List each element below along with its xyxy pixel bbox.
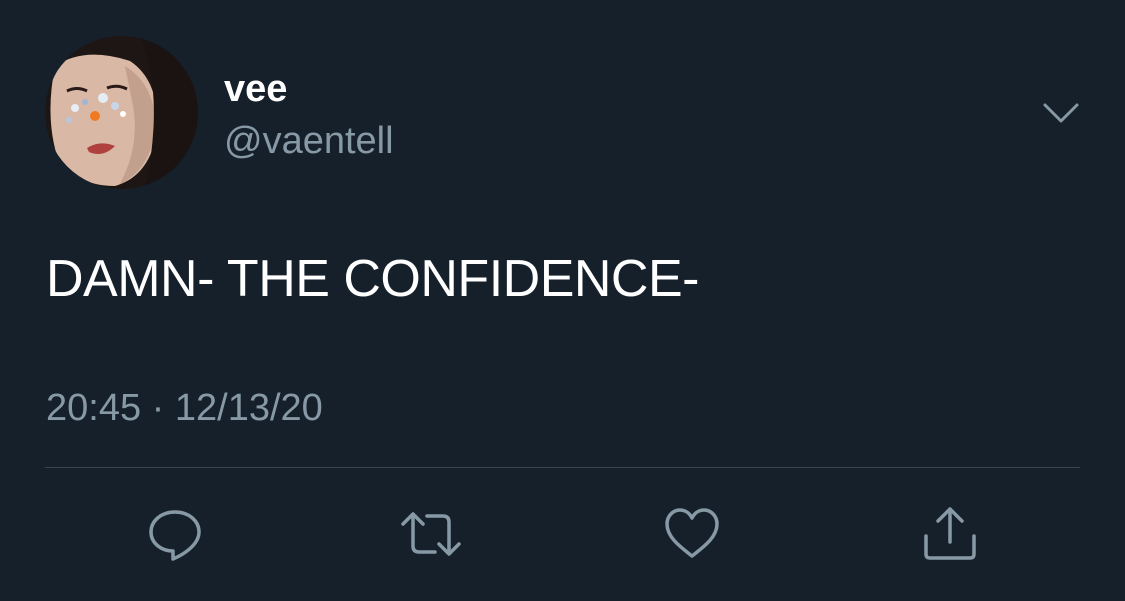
avatar[interactable] (45, 36, 198, 189)
reply-icon (149, 510, 201, 561)
heart-icon (665, 508, 719, 558)
tweet-text: DAMN- THE CONFIDENCE- (46, 250, 699, 308)
share-button[interactable] (918, 504, 982, 564)
retweet-button[interactable] (399, 504, 463, 564)
reply-button[interactable] (143, 504, 207, 564)
chevron-down-icon (1043, 103, 1079, 123)
share-icon (924, 507, 976, 560)
like-button[interactable] (660, 504, 724, 564)
display-name[interactable]: vee (224, 66, 287, 112)
retweet-icon (401, 512, 461, 556)
timestamp-separator: · (151, 387, 165, 429)
tweet-card: vee @vaentell DAMN- THE CONFIDENCE- 20:4… (0, 0, 1125, 601)
divider (45, 467, 1080, 468)
avatar-photo (45, 36, 198, 189)
tweet-timestamp[interactable]: 20:45 · 12/13/20 (46, 385, 323, 431)
more-options-button[interactable] (1038, 95, 1084, 131)
user-handle[interactable]: @vaentell (224, 118, 394, 164)
tweet-time: 20:45 (46, 387, 142, 429)
tweet-date: 12/13/20 (174, 387, 323, 429)
